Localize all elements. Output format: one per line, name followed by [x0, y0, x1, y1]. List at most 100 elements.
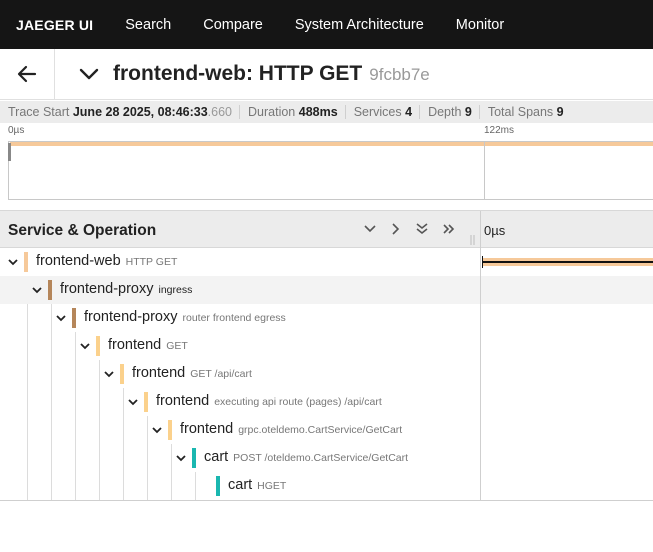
expand-all-button[interactable] — [441, 221, 457, 237]
column-divider[interactable] — [480, 248, 481, 500]
service-name: cart — [204, 449, 229, 465]
chevron-down-icon[interactable] — [150, 423, 164, 437]
minimap-tick-0: 0µs — [8, 125, 25, 136]
span-label: frontend-web HTTP GET — [36, 253, 177, 269]
service-color-swatch — [168, 420, 172, 440]
resize-grip-icon[interactable] — [470, 235, 476, 245]
chevron-down-icon — [364, 225, 376, 233]
span-name-cell[interactable]: frontend-proxy router frontend egress — [0, 304, 480, 332]
span-timeline-cell[interactable] — [481, 276, 653, 304]
chevron-down-icon[interactable] — [78, 339, 92, 353]
operation-name: executing api route (pages) /api/cart — [214, 396, 382, 408]
operation-name: grpc.oteldemo.CartService/GetCart — [238, 424, 403, 436]
service-name: cart — [228, 477, 253, 493]
chevron-down-icon[interactable] — [126, 395, 140, 409]
span-row[interactable]: frontend-proxy ingress — [0, 276, 653, 304]
service-color-swatch — [24, 252, 28, 272]
span-label: frontend-proxy ingress — [60, 281, 192, 297]
chevron-down-icon[interactable] — [30, 283, 44, 297]
span-name-cell[interactable]: cart POST /oteldemo.CartService/GetCart — [0, 444, 480, 472]
minimap-span-bar — [10, 142, 653, 146]
service-color-swatch — [120, 364, 124, 384]
timeline-start-label: 0µs — [484, 223, 506, 238]
span-row[interactable]: frontend executing api route (pages) /api… — [0, 388, 653, 416]
chevron-down-icon[interactable] — [174, 451, 188, 465]
service-name: frontend-web — [36, 253, 121, 269]
double-chevron-right-icon — [443, 224, 455, 234]
collapse-one-button[interactable] — [362, 221, 378, 237]
span-timeline-cell[interactable] — [481, 388, 653, 416]
minimap-left-handle[interactable] — [8, 143, 11, 161]
trace-start-ms: .660 — [207, 105, 233, 119]
arrow-left-icon — [17, 65, 37, 83]
chevron-down-icon[interactable] — [6, 255, 20, 269]
depth-value: 9 — [464, 105, 472, 119]
minimap-viewport[interactable] — [8, 141, 653, 200]
nav-link-compare[interactable]: Compare — [203, 17, 263, 33]
service-name: frontend — [108, 337, 162, 353]
span-row[interactable]: frontend-proxy router frontend egress — [0, 304, 653, 332]
span-timeline-cell[interactable] — [481, 304, 653, 332]
span-name-cell[interactable]: frontend-proxy ingress — [0, 276, 480, 304]
trace-id: 9fcbb7e — [369, 65, 430, 84]
service-name: frontend — [132, 365, 186, 381]
service-operation-header: Service & Operation — [8, 222, 157, 239]
span-row[interactable]: frontend grpc.oteldemo.CartService/GetCar… — [0, 416, 653, 444]
chevron-down-icon[interactable] — [102, 367, 116, 381]
span-timeline-cell[interactable] — [481, 444, 653, 472]
span-name-cell[interactable]: frontend grpc.oteldemo.CartService/GetCar… — [0, 416, 480, 444]
nav-link-monitor[interactable]: Monitor — [456, 17, 504, 33]
span-name-cell[interactable]: frontend executing api route (pages) /api… — [0, 388, 480, 416]
span-table-header: Service & Operation 0µs — [0, 210, 653, 249]
nav-link-search[interactable]: Search — [125, 17, 171, 33]
top-nav: JAEGER UI Search Compare System Architec… — [0, 0, 653, 49]
span-timeline-cell[interactable] — [481, 332, 653, 360]
operation-name: router frontend egress — [182, 312, 286, 324]
chevron-down-icon[interactable] — [54, 311, 68, 325]
span-label: frontend GET — [108, 337, 188, 353]
operation-name: GET — [166, 340, 188, 352]
total-spans-value: 9 — [556, 105, 564, 119]
minimap-tick-line — [484, 141, 485, 200]
collapse-trace-button[interactable] — [69, 49, 109, 100]
trace-header: frontend-web: HTTP GET 9fcbb7e — [0, 48, 653, 100]
service-name: frontend-proxy — [60, 281, 154, 297]
expand-one-button[interactable] — [388, 221, 404, 237]
span-timeline-cell[interactable] — [481, 360, 653, 388]
span-name-cell[interactable]: frontend-web HTTP GET — [0, 248, 480, 276]
span-label: frontend-proxy router frontend egress — [84, 309, 286, 325]
service-color-swatch — [96, 336, 100, 356]
trace-metadata: Trace Start June 28 2025, 08:46:33.660 D… — [0, 101, 653, 123]
service-name: frontend-proxy — [84, 309, 178, 325]
span-label: frontend GET /api/cart — [132, 365, 252, 381]
span-name-cell[interactable]: frontend GET — [0, 332, 480, 360]
total-spans-label: Total Spans — [487, 105, 554, 119]
span-label: cart POST /oteldemo.CartService/GetCart — [204, 449, 408, 465]
span-row[interactable]: cart POST /oteldemo.CartService/GetCart — [0, 444, 653, 472]
span-rows: frontend-web HTTP GET frontend-proxy ingre… — [0, 248, 653, 500]
span-row[interactable]: frontend GET — [0, 332, 653, 360]
service-color-swatch — [72, 308, 76, 328]
span-name-cell[interactable]: cart HGET — [0, 472, 480, 500]
depth: Depth 9 — [420, 105, 480, 119]
nav-link-system-architecture[interactable]: System Architecture — [295, 17, 424, 33]
span-row[interactable]: cart HGET — [0, 472, 653, 500]
span-timeline-cell[interactable] — [481, 472, 653, 500]
span-start-tick — [482, 256, 483, 268]
span-row[interactable]: frontend GET /api/cart — [0, 360, 653, 388]
trace-title: frontend-web: HTTP GET 9fcbb7e — [113, 62, 430, 86]
service-color-swatch — [192, 448, 196, 468]
brand-logo[interactable]: JAEGER UI — [16, 17, 93, 33]
chevron-right-icon — [392, 223, 400, 235]
column-divider[interactable] — [480, 211, 481, 249]
span-name-cell[interactable]: frontend GET /api/cart — [0, 360, 480, 388]
collapse-all-button[interactable] — [414, 221, 430, 237]
services-label: Services — [353, 105, 402, 119]
trace-start-value: June 28 2025, 08:46:33 — [72, 105, 208, 119]
services-value: 4 — [405, 105, 413, 119]
duration: Duration 488ms — [240, 105, 346, 119]
trace-start-label: Trace Start — [8, 105, 70, 119]
operation-name: HGET — [257, 480, 287, 492]
back-button[interactable] — [0, 48, 55, 100]
span-timeline-cell[interactable] — [481, 416, 653, 444]
